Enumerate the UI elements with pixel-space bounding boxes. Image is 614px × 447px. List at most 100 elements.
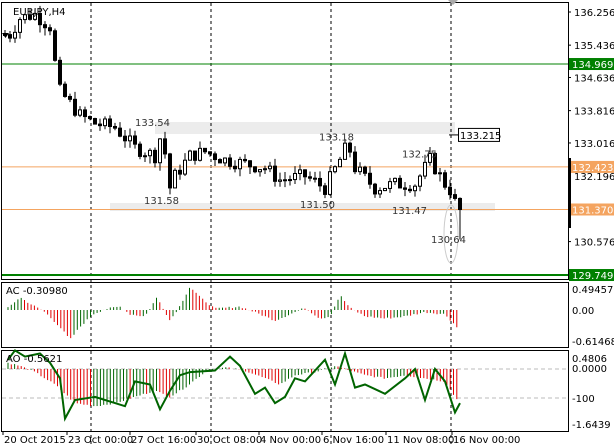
candle-body xyxy=(303,169,307,178)
marker-label: 133.215 xyxy=(460,131,501,142)
time-label: 23 Oct 00:00 xyxy=(68,435,133,446)
candle-body xyxy=(48,27,52,32)
candle-body xyxy=(318,177,322,187)
candle-body xyxy=(438,172,442,175)
candle-body xyxy=(398,177,402,189)
candle-body xyxy=(58,59,62,85)
candle-body xyxy=(83,109,87,118)
ac-histogram xyxy=(7,287,458,339)
candle-body xyxy=(108,118,112,127)
price-tick-label: 133.816 xyxy=(574,107,614,118)
candle-body xyxy=(308,176,312,179)
candle-body xyxy=(408,188,412,192)
candle-body xyxy=(343,142,347,160)
candle-body xyxy=(133,135,137,145)
price-tick-label: 134.636 xyxy=(574,73,614,84)
candle-body xyxy=(203,147,207,153)
candle-body xyxy=(173,169,177,189)
candle-body xyxy=(228,157,232,167)
candle-body xyxy=(243,158,247,162)
candle-body xyxy=(123,135,127,142)
candle-body xyxy=(63,83,67,97)
candle-body xyxy=(148,149,152,157)
level-badge-label: 134.969 xyxy=(572,60,613,71)
candle-body xyxy=(153,149,157,164)
candle-body xyxy=(278,179,282,182)
candle-body xyxy=(338,158,342,168)
candle-body xyxy=(348,142,352,153)
ac-tick-label: -0.61468 xyxy=(572,337,614,348)
candle-body xyxy=(298,169,302,174)
candle-body xyxy=(373,183,377,195)
candle-body xyxy=(103,118,107,127)
candle-body xyxy=(333,166,337,173)
time-label: 16 Nov 00:00 xyxy=(453,435,520,446)
price-annotation: 132.75 xyxy=(402,150,437,161)
candle-body xyxy=(443,172,447,188)
candle-body xyxy=(458,197,462,210)
candle-body xyxy=(248,160,252,168)
candle-body xyxy=(268,165,272,170)
candle-body xyxy=(358,166,362,173)
time-label: 6 Nov 16:00 xyxy=(323,435,384,446)
candle-body xyxy=(448,186,452,196)
candle-body xyxy=(218,159,222,164)
ao-tick-label: 0.0000 xyxy=(572,364,607,375)
candle-body xyxy=(353,151,357,173)
candle-body xyxy=(413,185,417,192)
candle-body xyxy=(168,153,172,189)
candle-body xyxy=(368,172,372,185)
candle-body xyxy=(88,116,92,120)
ao-tick-label: -100 xyxy=(572,394,595,405)
candle-body xyxy=(43,24,47,29)
candle-body xyxy=(13,31,17,39)
candle-body xyxy=(178,169,182,175)
time-label: 11 Nov 08:00 xyxy=(387,435,454,446)
price-annotation: 131.58 xyxy=(144,196,179,207)
candle-body xyxy=(388,181,392,189)
candle-body xyxy=(73,98,77,116)
candle-body xyxy=(313,177,317,180)
price-annotation: 131.50 xyxy=(300,200,335,211)
price-annotation: 131.47 xyxy=(392,206,427,217)
candle-body xyxy=(68,95,72,100)
price-marker[interactable]: 133.215 xyxy=(449,127,501,142)
candle-body xyxy=(453,194,457,199)
trading-chart[interactable]: 134.969132.423131.370129.749 133.54131.5… xyxy=(0,0,614,447)
candle-body xyxy=(253,166,257,173)
candle-body xyxy=(213,153,217,161)
candle-body xyxy=(238,158,242,170)
ao-signal-line xyxy=(7,349,461,422)
symbol-label: EURJPY,H4 xyxy=(13,7,66,18)
ac-tick-label: 0.49457 xyxy=(572,285,613,296)
candle-body xyxy=(288,179,292,182)
candle-body xyxy=(78,109,82,116)
candle-body xyxy=(283,179,287,182)
time-label: 20 Oct 2015 xyxy=(4,435,66,446)
price-tick-label: 130.576 xyxy=(574,238,614,249)
candle-body xyxy=(198,147,202,161)
price-tick-label: 132.196 xyxy=(574,172,614,183)
price-tick-label: 136.256 xyxy=(574,8,614,19)
candle-body xyxy=(113,125,117,129)
time-axis: 20 Oct 2015 23 Oct 00:0027 Oct 16:00 30 Oc… xyxy=(2,432,520,446)
candle-body xyxy=(418,175,422,187)
resistance-zone xyxy=(155,122,455,134)
price-annotation: 133.18 xyxy=(319,132,354,143)
candle-body xyxy=(258,169,262,173)
candle-body xyxy=(403,187,407,190)
candle-body xyxy=(93,118,97,125)
price-tick-label: 133.016 xyxy=(574,139,614,150)
horizontal-levels[interactable]: 134.969132.423131.370129.749 xyxy=(2,58,614,282)
candle-body xyxy=(183,159,187,175)
price-annotations: 133.54 131.58 133.18 131.50 132.75 131.47 130.… xyxy=(135,118,466,246)
candle-body xyxy=(423,161,427,177)
time-label: 27 Oct 16:00 xyxy=(131,435,196,446)
ac-label: AC -0.30980 xyxy=(6,286,68,297)
price-tick-label: 135.436 xyxy=(574,41,614,52)
ac-tick-label: 0.00 xyxy=(572,306,594,317)
candle-body xyxy=(383,187,387,192)
candle-body xyxy=(18,19,22,33)
candle-body xyxy=(138,143,142,157)
level-badge-label: 129.749 xyxy=(572,271,613,282)
